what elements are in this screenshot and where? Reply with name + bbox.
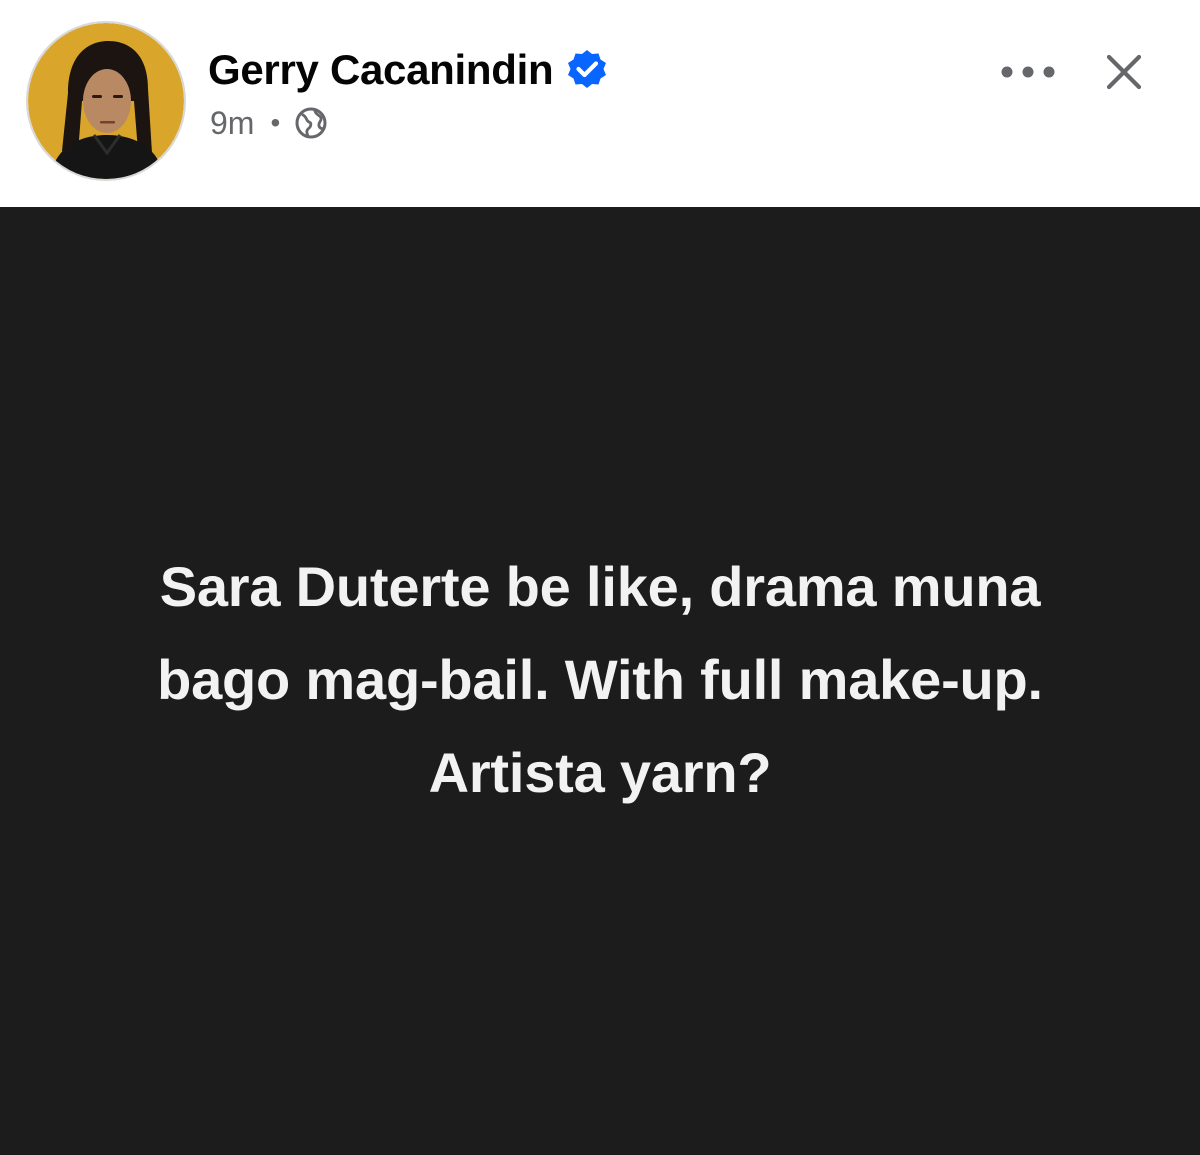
post-text-line: bago mag-bail. With full make-up. [157,647,1043,711]
meta-separator: • [270,107,281,138]
post-text-line: Sara Duterte be like, drama muna [159,554,1041,618]
globe-icon [294,106,328,140]
author-name[interactable]: Gerry Cacanindin [208,46,554,94]
verified-badge-icon [565,48,609,92]
post-content: Sara Duterte be like, drama muna bago ma… [0,207,1200,1155]
close-icon[interactable] [1100,48,1148,96]
post-meta: 9m • [210,101,328,145]
post-header: Gerry Cacanindin 9m • [0,0,1200,207]
author-line: Gerry Cacanindin [208,42,609,98]
more-options-icon[interactable] [996,50,1060,94]
avatar[interactable] [26,21,186,181]
post-text-line: Artista yarn? [428,740,772,804]
profile-photo [28,23,184,179]
post-text: Sara Duterte be like, drama muna bago ma… [40,540,1160,819]
post-timestamp[interactable]: 9m [210,105,254,142]
